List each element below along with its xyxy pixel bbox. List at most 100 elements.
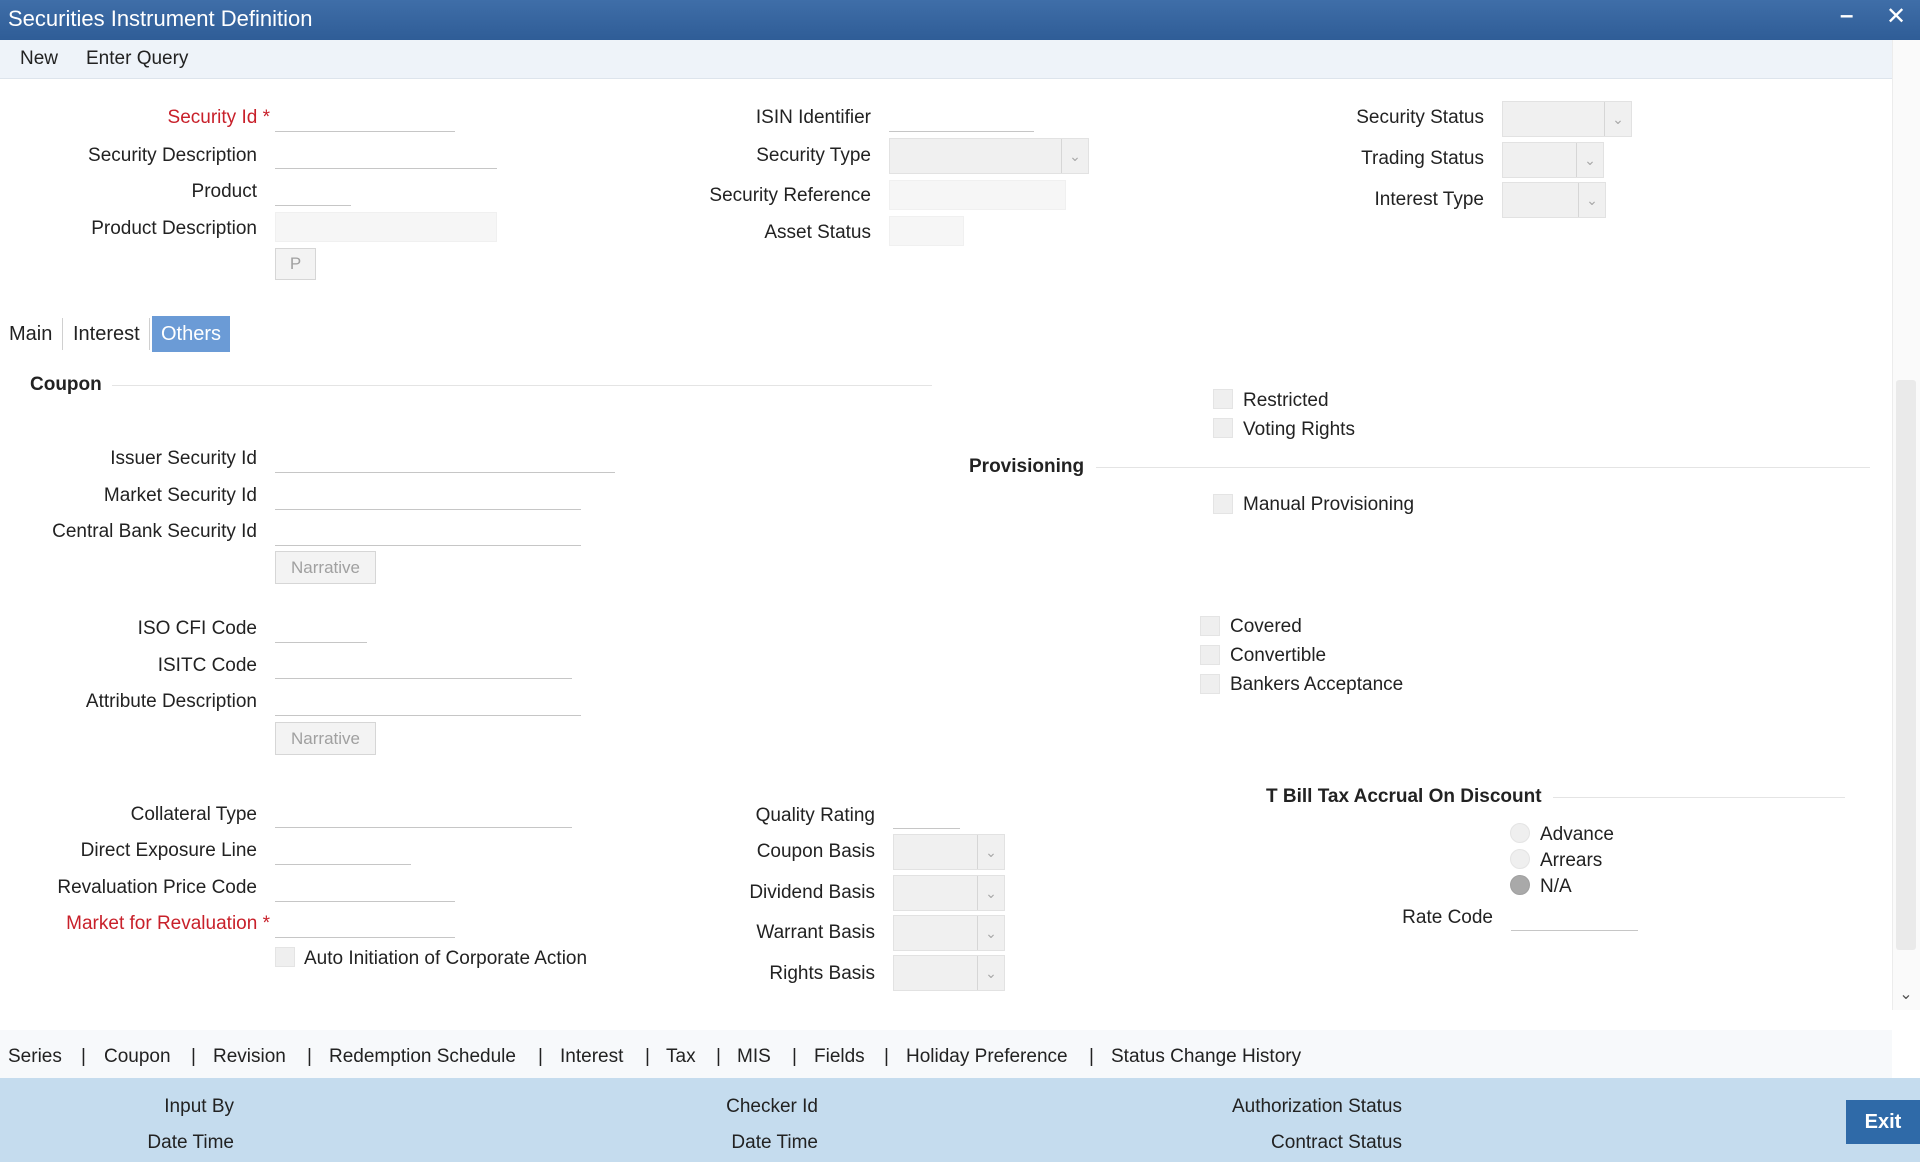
tax-link[interactable]: Tax (666, 1046, 696, 1068)
fields-link[interactable]: Fields (814, 1046, 865, 1068)
asset-status-label: Asset Status (764, 222, 871, 243)
attribute-narrative-button[interactable]: Narrative (275, 722, 376, 755)
security-id-label: Security Id * (168, 107, 270, 129)
coupon-section-title: Coupon (30, 374, 102, 395)
market-security-id-input[interactable] (275, 482, 581, 510)
asset-status-input (889, 216, 964, 246)
exit-button[interactable]: Exit (1846, 1100, 1920, 1144)
quality-rating-input[interactable] (893, 801, 960, 829)
manual-provisioning-checkbox[interactable] (1213, 494, 1233, 514)
minimize-icon[interactable]: – (1840, 2, 1853, 30)
restricted-checkbox[interactable] (1213, 389, 1233, 409)
security-description-input[interactable] (275, 141, 497, 169)
date-time-label: Date Time (147, 1132, 234, 1153)
attribute-description-input[interactable] (275, 688, 581, 716)
link-separator: | (1089, 1046, 1094, 1067)
chevron-down-icon: ⌄ (977, 956, 1004, 990)
collateral-type-input[interactable] (275, 800, 572, 828)
market-for-revaluation-input[interactable] (275, 910, 455, 938)
na-label: N/A (1540, 876, 1572, 897)
security-reference-label: Security Reference (709, 185, 871, 206)
security-type-label: Security Type (756, 145, 871, 166)
voting-rights-checkbox[interactable] (1213, 418, 1233, 438)
tab-others[interactable]: Others (152, 316, 231, 352)
tbill-divider (1553, 797, 1845, 798)
advance-label: Advance (1540, 824, 1614, 845)
product-description-label: Product Description (91, 218, 257, 239)
menu-bar: New Enter Query (0, 40, 1892, 79)
interest-type-select[interactable]: ⌄ (1502, 182, 1606, 218)
covered-label: Covered (1230, 616, 1302, 637)
required-mark: * (262, 107, 270, 128)
market-security-id-label: Market Security Id (103, 485, 257, 506)
na-radio[interactable] (1510, 875, 1530, 895)
isin-identifier-input[interactable] (889, 104, 1034, 132)
direct-exposure-line-input[interactable] (275, 837, 411, 865)
auto-initiation-checkbox[interactable] (275, 947, 295, 967)
direct-exposure-line-label: Direct Exposure Line (80, 840, 257, 861)
issuer-security-id-input[interactable] (275, 445, 615, 473)
provisioning-section-title: Provisioning (969, 456, 1085, 477)
interest-link[interactable]: Interest (560, 1046, 623, 1068)
coupon-basis-label: Coupon Basis (756, 841, 875, 862)
product-input[interactable] (275, 178, 351, 206)
bankers-acceptance-checkbox[interactable] (1200, 674, 1220, 694)
status-change-history-link[interactable]: Status Change History (1111, 1046, 1301, 1068)
advance-radio[interactable] (1510, 823, 1530, 843)
redemption-schedule-link[interactable]: Redemption Schedule (329, 1046, 516, 1068)
rate-code-input[interactable] (1511, 903, 1638, 931)
link-separator: | (792, 1046, 797, 1067)
iso-cfi-code-label: ISO CFI Code (137, 618, 257, 639)
trading-status-select[interactable]: ⌄ (1502, 142, 1604, 178)
central-bank-security-id-label: Central Bank Security Id (52, 521, 257, 542)
convertible-checkbox[interactable] (1200, 645, 1220, 665)
chevron-down-icon: ⌄ (1576, 143, 1603, 177)
scroll-down-icon[interactable]: ⌄ (1896, 984, 1916, 1006)
checker-date-time-label: Date Time (731, 1132, 818, 1153)
revaluation-price-code-input[interactable] (275, 874, 455, 902)
security-description-label: Security Description (88, 145, 257, 166)
iso-cfi-code-input[interactable] (275, 615, 367, 643)
coupon-basis-select[interactable]: ⌄ (893, 834, 1005, 870)
window-title: Securities Instrument Definition (8, 6, 313, 31)
voting-rights-label: Voting Rights (1243, 419, 1355, 440)
link-separator: | (716, 1046, 721, 1067)
series-link[interactable]: Series (8, 1046, 62, 1068)
security-type-select[interactable]: ⌄ (889, 138, 1089, 174)
new-menu-item[interactable]: New (20, 48, 58, 70)
issuer-security-id-label: Issuer Security Id (110, 448, 257, 469)
arrears-radio[interactable] (1510, 849, 1530, 869)
holiday-preference-link[interactable]: Holiday Preference (906, 1046, 1068, 1068)
product-p-button[interactable]: P (275, 248, 316, 280)
warrant-basis-select[interactable]: ⌄ (893, 915, 1005, 951)
required-mark: * (262, 913, 270, 934)
tab-main[interactable]: Main (9, 316, 52, 352)
authorization-status-label: Authorization Status (1231, 1096, 1402, 1117)
coupon-link[interactable]: Coupon (104, 1046, 171, 1068)
market-for-revaluation-label: Market for Revaluation * (66, 913, 270, 935)
security-status-select[interactable]: ⌄ (1502, 101, 1632, 137)
enter-query-menu-item[interactable]: Enter Query (86, 48, 188, 70)
tab-interest[interactable]: Interest (73, 316, 140, 352)
collateral-type-label: Collateral Type (130, 804, 257, 825)
covered-checkbox[interactable] (1200, 616, 1220, 636)
link-separator: | (884, 1046, 889, 1067)
security-reference-input (889, 180, 1066, 210)
link-separator: | (191, 1046, 196, 1067)
revision-link[interactable]: Revision (213, 1046, 286, 1068)
checker-id-label: Checker Id (726, 1096, 818, 1117)
rights-basis-select[interactable]: ⌄ (893, 955, 1005, 991)
mis-link[interactable]: MIS (737, 1046, 771, 1068)
title-bar: Securities Instrument Definition – ✕ (0, 0, 1920, 40)
scrollbar-thumb[interactable] (1896, 380, 1916, 950)
dividend-basis-select[interactable]: ⌄ (893, 875, 1005, 911)
warrant-basis-label: Warrant Basis (756, 922, 875, 943)
narrative-button[interactable]: Narrative (275, 551, 376, 584)
security-id-input[interactable] (275, 104, 455, 132)
isitc-code-input[interactable] (275, 651, 572, 679)
central-bank-security-id-input[interactable] (275, 518, 581, 546)
tab-separator (149, 318, 150, 350)
rate-code-label: Rate Code (1402, 907, 1493, 928)
restricted-label: Restricted (1243, 390, 1329, 411)
close-icon[interactable]: ✕ (1886, 2, 1906, 31)
